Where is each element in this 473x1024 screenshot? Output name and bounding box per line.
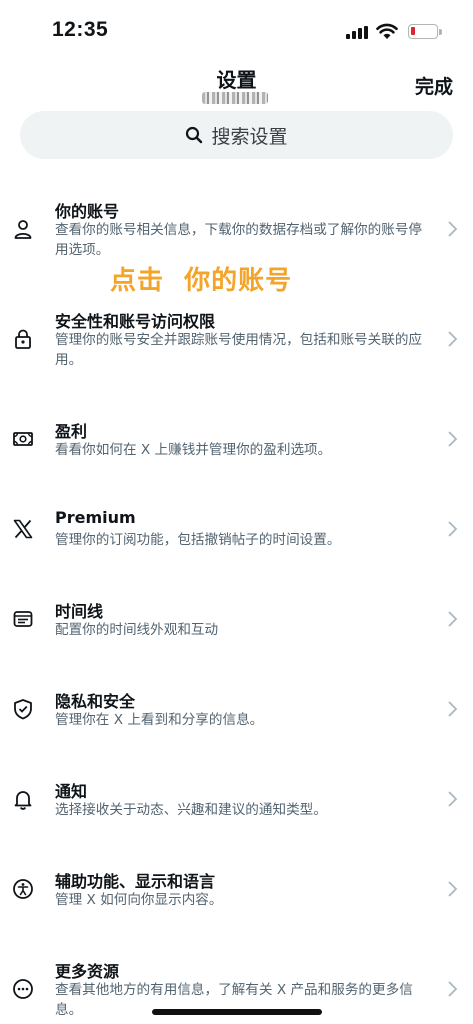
timeline-icon: [13, 611, 33, 627]
chevron-right-icon: [448, 881, 458, 897]
settings-item-title: 通知: [55, 782, 88, 801]
settings-item-title: 时间线: [55, 602, 104, 621]
settings-item-desc: 管理你的订阅功能，包括撤销帖子的时间设置。: [55, 532, 341, 548]
chevron-right-icon: [448, 221, 458, 237]
settings-item-desc: 管理你在 X 上看到和分享的信息。: [55, 712, 264, 728]
search-icon: [186, 126, 203, 144]
chevron-right-icon: [448, 611, 458, 627]
bell-icon: [14, 791, 32, 810]
chevron-right-icon: [448, 981, 458, 997]
done-button[interactable]: 完成: [415, 72, 453, 99]
shield-icon: [14, 699, 32, 720]
settings-item-title: 辅助功能、显示和语言: [55, 872, 216, 891]
cellular-signal-icon: [346, 26, 370, 39]
settings-item-desc: 看看你如何在 X 上赚钱并管理你的盈利选项。: [55, 442, 332, 458]
settings-item-title: 更多资源: [55, 962, 120, 981]
lock-icon: [15, 329, 31, 349]
home-indicator[interactable]: [152, 1009, 322, 1015]
status-bar: 12:35: [0, 0, 473, 60]
settings-item-title: 你的账号: [55, 202, 120, 221]
more-icon: [13, 979, 33, 999]
settings-item-title: 安全性和账号访问权限: [55, 312, 216, 331]
settings-item-desc: 选择接收关于动态、兴趣和建议的通知类型。: [55, 802, 327, 818]
battery-cap: [439, 29, 442, 35]
chevron-right-icon: [448, 791, 458, 807]
person-icon: [14, 220, 32, 239]
x-logo-icon: [13, 519, 33, 539]
battery-icon: [408, 24, 438, 39]
wifi-icon: [376, 23, 398, 39]
instruction-annotation: 点击 你的账号: [110, 266, 293, 296]
settings-item-title: 盈利: [55, 422, 88, 441]
settings-item-desc: 查看你的账号相关信息，下载你的数据存档或了解你的账号停用选项。: [55, 222, 423, 258]
chevron-right-icon: [448, 701, 458, 717]
chevron-right-icon: [448, 521, 458, 537]
settings-item-desc: 配置你的时间线外观和互动: [55, 622, 219, 638]
search-input[interactable]: 搜索设置: [20, 111, 453, 159]
settings-item-desc: 管理 X 如何向你显示内容。: [55, 892, 223, 908]
settings-item-title: 隐私和安全: [55, 692, 136, 711]
settings-item-desc: 管理你的账号安全并跟踪账号使用情况，包括和账号关联的应用。: [55, 332, 423, 368]
status-time: 12:35: [52, 18, 109, 41]
chevron-right-icon: [448, 431, 458, 447]
search-placeholder: 搜索设置: [211, 125, 288, 148]
accessibility-icon: [13, 879, 33, 899]
chevron-right-icon: [448, 331, 458, 347]
settings-header: 设置 完成: [0, 60, 473, 108]
settings-item-title: Premium: [55, 508, 136, 527]
page-title: 设置: [216, 68, 257, 92]
redacted-username: [202, 92, 268, 104]
money-icon: [13, 432, 33, 446]
